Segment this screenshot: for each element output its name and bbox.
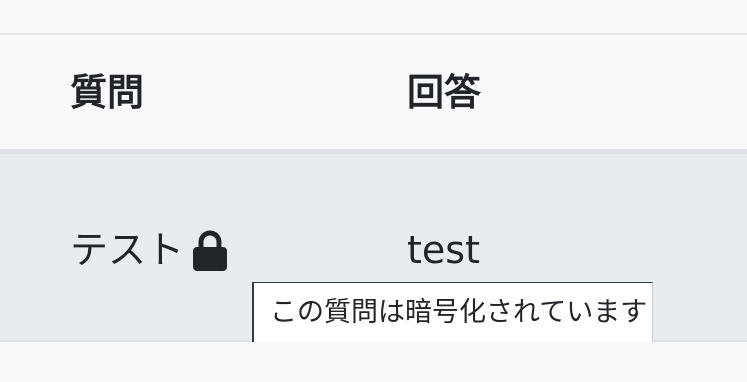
table-header-row: 質問 回答	[0, 35, 747, 154]
question-text: テスト	[70, 228, 185, 272]
encrypted-tooltip: この質問は暗号化されています	[252, 282, 653, 342]
top-strip	[0, 0, 747, 35]
lock-icon[interactable]	[192, 229, 228, 271]
question-cell: テスト	[70, 154, 228, 340]
header-answer: 回答	[407, 71, 481, 114]
header-question: 質問	[70, 71, 144, 114]
